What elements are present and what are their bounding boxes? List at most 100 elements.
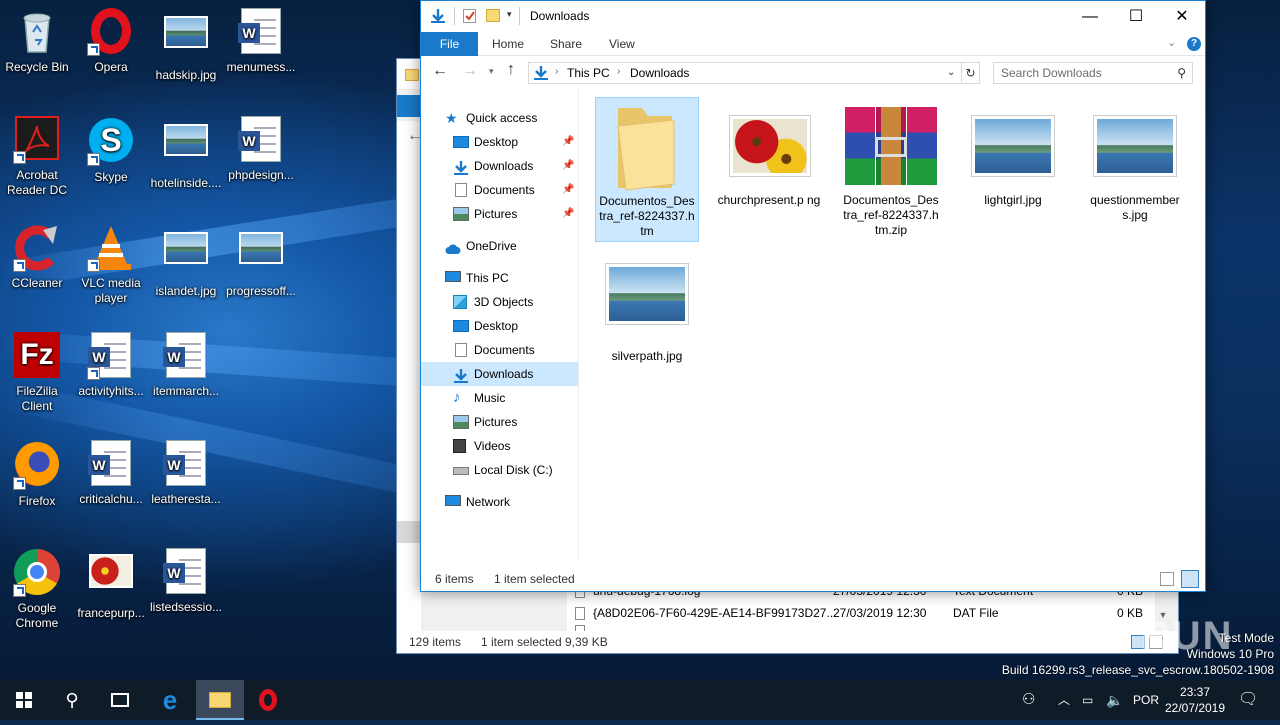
back-arrow-icon[interactable]: ←: [397, 121, 423, 151]
desktop-icon-filezilla[interactable]: Fz FileZilla Client: [0, 332, 74, 414]
nav-quick-pictures[interactable]: Pictures 📌: [421, 202, 578, 226]
address-dropdown-icon[interactable]: ⌄: [947, 63, 955, 83]
folder-icon: [596, 98, 698, 194]
language-indicator[interactable]: POR: [1133, 680, 1159, 720]
nav-quick-downloads[interactable]: Downloads 📌: [421, 154, 578, 178]
people-icon[interactable]: ⚇: [1022, 680, 1035, 720]
chevron-down-icon[interactable]: ▾: [507, 9, 512, 20]
nav-label: This PC: [466, 271, 509, 285]
breadcrumb-separator-icon: ›: [617, 66, 621, 77]
image-thumbnail-icon: [1083, 97, 1187, 193]
tab-share[interactable]: Share: [538, 32, 594, 56]
tab-home[interactable]: Home: [480, 32, 536, 56]
watermark-line: Build 16299.rs3_release_svc_escrow.18050…: [1001, 663, 1274, 677]
desktop-icon-islandet[interactable]: islandet.jpg: [149, 224, 223, 299]
network-tray-icon[interactable]: ▭: [1082, 680, 1093, 720]
back-button[interactable]: ←: [432, 62, 448, 80]
minimize-button[interactable]: —: [1067, 1, 1113, 32]
search-icon[interactable]: ⚲: [48, 680, 96, 720]
desktop-icon-skype[interactable]: S Skype: [74, 116, 148, 185]
desktop-icon-progressoff[interactable]: progressoff...: [224, 224, 298, 299]
details-view-icon[interactable]: [1160, 572, 1174, 586]
file-item[interactable]: Documentos_Des tra_ref-8224337.h tm.zip: [839, 97, 943, 242]
refresh-icon[interactable]: ↻: [961, 63, 979, 83]
file-item[interactable]: questionmember s.jpg: [1083, 97, 1187, 242]
task-view-icon[interactable]: [96, 680, 144, 720]
down-arrow-icon[interactable]: [430, 8, 446, 24]
nav-quick-access[interactable]: ★ Quick access: [421, 106, 578, 130]
nav-network[interactable]: Network: [421, 490, 578, 514]
search-input[interactable]: Search Downloads ⚲: [993, 62, 1193, 84]
nav-pictures[interactable]: Pictures: [421, 410, 578, 434]
breadcrumb-downloads[interactable]: Downloads: [630, 63, 689, 83]
show-hidden-icons[interactable]: ︿: [1058, 680, 1070, 720]
opera-icon: [87, 8, 135, 56]
nav-label: Documents: [474, 343, 535, 357]
close-button[interactable]: ✕: [1159, 1, 1205, 32]
edge-icon[interactable]: e: [146, 680, 194, 720]
file-item[interactable]: Documentos_Des tra_ref-8224337.h tm: [595, 97, 699, 242]
properties-icon[interactable]: [463, 9, 476, 23]
desktop-icon-hotelinside[interactable]: hotelinside....: [149, 116, 223, 191]
desktop-icon-hadskip[interactable]: hadskip.jpg: [149, 8, 223, 83]
start-button[interactable]: [0, 680, 48, 720]
desktop-icon-vlc[interactable]: VLC media player: [74, 224, 148, 306]
nav-3d-objects[interactable]: 3D Objects: [421, 290, 578, 314]
tab-file[interactable]: File: [421, 32, 478, 56]
nav-this-pc[interactable]: This PC: [421, 266, 578, 290]
address-bar[interactable]: › This PC › Downloads ⌄ ↻: [528, 62, 980, 84]
up-button[interactable]: ↑: [507, 61, 515, 79]
background-window-file-tab[interactable]: [397, 95, 421, 117]
forward-button[interactable]: →: [462, 62, 478, 80]
desktop-icon-activityhits[interactable]: W activityhits...: [74, 332, 148, 399]
desktop-icon-phpdesign[interactable]: W phpdesign...: [224, 116, 298, 183]
clock[interactable]: 23:37 22/07/2019: [1164, 680, 1226, 720]
desktop-icon-francepurp[interactable]: francepurp...: [74, 548, 148, 621]
help-icon[interactable]: ?: [1187, 37, 1201, 51]
nav-downloads[interactable]: Downloads: [421, 362, 578, 386]
file-item[interactable]: lightgirl.jpg: [961, 97, 1065, 242]
desktop-icon-listedsessio[interactable]: W listedsessio...: [149, 548, 223, 615]
status-size: 9,39 KB: [565, 635, 608, 649]
file-type: DAT File: [953, 606, 999, 620]
nav-local-disk[interactable]: Local Disk (C:): [421, 458, 578, 482]
breadcrumb-this-pc[interactable]: This PC: [567, 63, 610, 83]
desktop-icon-label: progressoff...: [226, 284, 296, 298]
desktop-icon-recycle-bin[interactable]: Recycle Bin: [0, 8, 74, 75]
file-item[interactable]: silverpath.jpg: [595, 255, 699, 365]
nav-onedrive[interactable]: OneDrive: [421, 234, 578, 258]
large-icons-view-icon[interactable]: [1181, 570, 1199, 588]
status-selected: 1 item selected: [481, 635, 562, 649]
opera-taskbar-icon[interactable]: [244, 680, 292, 720]
desktop-icon-menumess[interactable]: W menumess...: [224, 8, 298, 75]
notifications-icon[interactable]: 🗨: [1238, 680, 1258, 720]
desktop-icon-ccleaner[interactable]: CCleaner: [0, 224, 74, 291]
pin-icon: 📌: [562, 184, 575, 195]
recent-locations-icon[interactable]: ▾: [489, 66, 494, 77]
maximize-button[interactable]: ☐: [1113, 1, 1159, 32]
expand-ribbon-icon[interactable]: ⌄: [1167, 36, 1176, 49]
desktop-icon-leatheresta[interactable]: W leatheresta...: [149, 440, 223, 507]
desktop-icon-opera[interactable]: Opera: [74, 8, 148, 75]
nav-quick-documents[interactable]: Documents 📌: [421, 178, 578, 202]
nav-quick-desktop[interactable]: Desktop 📌: [421, 130, 578, 154]
file-item[interactable]: churchpresent.p ng: [717, 97, 821, 242]
desktop-icon-acrobat[interactable]: Acrobat Reader DC: [0, 116, 74, 198]
desktop-icon-chrome[interactable]: Google Chrome: [0, 548, 74, 631]
nav-videos[interactable]: Videos: [421, 434, 578, 458]
status-item-count: 129 items: [409, 635, 462, 649]
explorer-window-downloads[interactable]: ▾ Downloads — ☐ ✕ File Home Share View ⌄…: [420, 0, 1206, 592]
file-view: Documentos_Des tra_ref-8224337.h tm chur…: [579, 89, 1205, 559]
image-file-icon: [162, 16, 210, 64]
tab-view[interactable]: View: [597, 32, 647, 56]
file-explorer-taskbar-button[interactable]: [196, 680, 244, 720]
desktop-icon-criticalchu[interactable]: W criticalchu...: [74, 440, 148, 507]
desktop-icon-itemmarch[interactable]: W itemmarch...: [149, 332, 223, 399]
nav-documents[interactable]: Documents: [421, 338, 578, 362]
new-folder-icon[interactable]: [486, 9, 500, 22]
nav-desktop[interactable]: Desktop: [421, 314, 578, 338]
pin-icon: 📌: [562, 160, 575, 171]
volume-icon[interactable]: 🔈: [1106, 680, 1123, 720]
desktop-icon-firefox[interactable]: Firefox: [0, 440, 74, 509]
nav-music[interactable]: ♪ Music: [421, 386, 578, 410]
